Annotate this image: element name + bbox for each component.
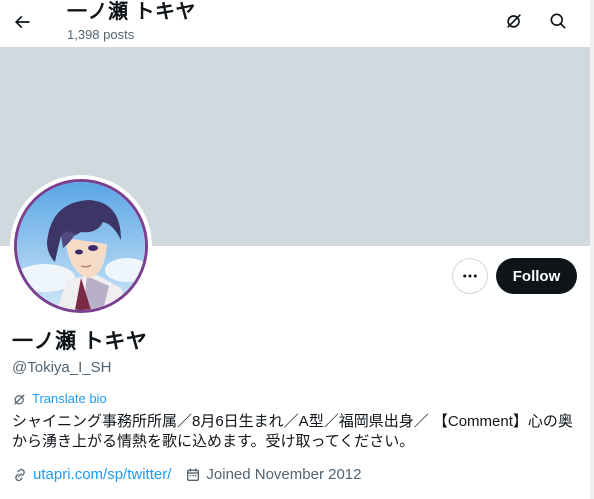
website-link[interactable]: utapri.com/sp/twitter/ xyxy=(33,465,171,485)
joined-item: Joined November 2012 xyxy=(185,465,362,485)
translate-bio-button[interactable]: Translate bio xyxy=(12,391,107,407)
profile-display-name: 一ノ瀬 トキヤ xyxy=(12,330,148,353)
avatar-illustration xyxy=(17,182,145,310)
website-item: utapri.com/sp/twitter/ xyxy=(12,465,171,485)
joined-date: Joined November 2012 xyxy=(206,466,362,483)
top-bar: 一ノ瀬 トキヤ 1,398 posts xyxy=(0,0,594,47)
avatar[interactable] xyxy=(10,175,152,317)
more-options-button[interactable] xyxy=(452,258,488,294)
scrollbar[interactable] xyxy=(590,0,594,499)
calendar-icon xyxy=(187,468,200,481)
post-count: 1,398 posts xyxy=(67,27,135,42)
grok-icon xyxy=(507,14,521,28)
more-icon xyxy=(463,274,477,278)
profile-handle: @Tokiya_I_SH xyxy=(12,359,112,376)
grok-button[interactable] xyxy=(497,4,531,38)
search-button[interactable] xyxy=(541,4,575,38)
profile-bio: シャイニング事務所所属／8月6日生まれ／A型／福岡県出身／ 【Comment】心… xyxy=(12,412,584,452)
link-icon xyxy=(15,468,25,482)
header-title: 一ノ瀬 トキヤ xyxy=(67,1,197,23)
translate-bio-label: Translate bio xyxy=(32,391,107,406)
grok-icon xyxy=(14,394,25,404)
back-button[interactable] xyxy=(4,4,40,40)
profile-meta: utapri.com/sp/twitter/ Joined November 2… xyxy=(12,465,376,485)
follow-button[interactable]: Follow xyxy=(496,258,577,294)
bio-line: シャイニング事務所所属／8月6日生まれ／A型／福岡県出身／ 【Comment】心… xyxy=(12,413,573,430)
arrow-left-icon xyxy=(14,15,30,29)
bio-line: から湧き上がる情熱を歌に込めます。受け取ってください。 xyxy=(12,433,415,450)
header-title-block: 一ノ瀬 トキヤ 1,398 posts xyxy=(67,0,196,43)
avatar-image xyxy=(14,179,148,313)
search-icon xyxy=(550,13,566,29)
